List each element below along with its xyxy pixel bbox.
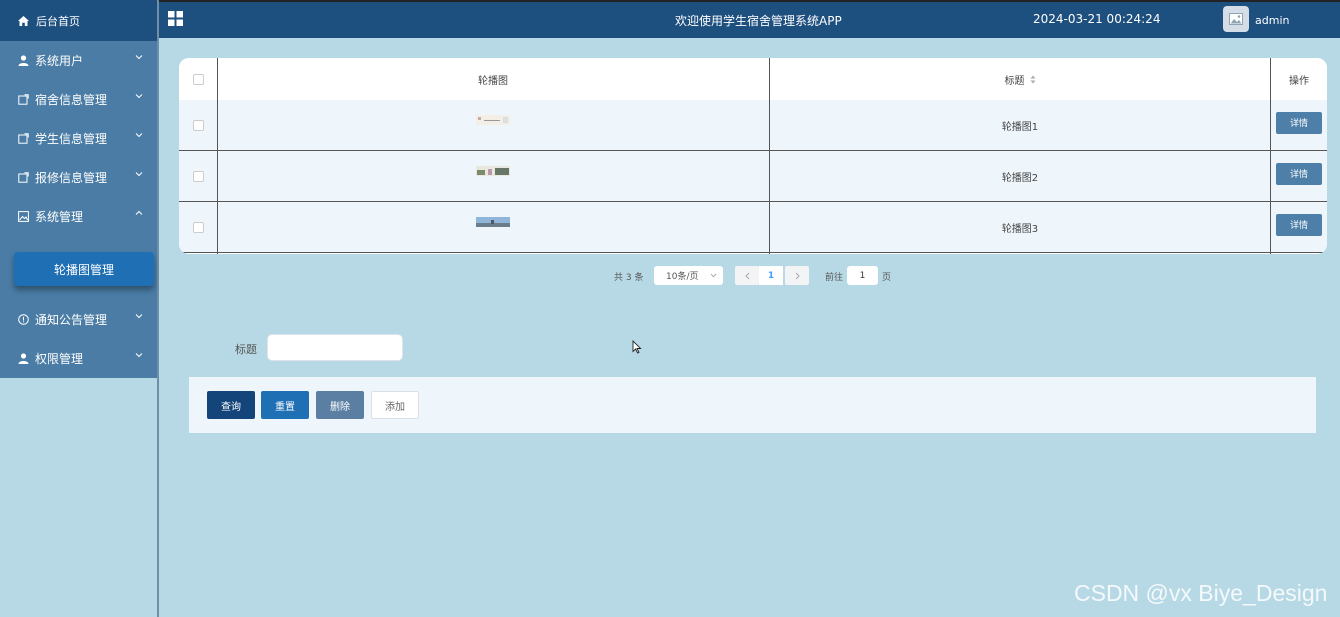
sidebar-item-label: 报修信息管理 [35, 170, 108, 185]
carousel-thumbnail-cell [217, 151, 769, 191]
row-title: 轮播图1 [1001, 121, 1039, 133]
user-icon [17, 54, 29, 66]
sidebar-item-notice-management[interactable]: 通知公告管理 [0, 300, 157, 338]
chevron-right-icon [795, 272, 800, 279]
query-button[interactable]: 查询 [207, 391, 255, 419]
tag-icon [17, 132, 29, 144]
sidebar-item-system-management[interactable]: 系统管理 [0, 197, 157, 235]
carousel-table: 轮播图 标题 操作 轮播图1 详情 轮播图2 详情 轮播图3 详情 [179, 58, 1327, 254]
detail-button[interactable]: 详情 [1276, 162, 1322, 185]
info-icon [17, 313, 29, 325]
row-action-cell: 详情 [1271, 202, 1327, 247]
pagination-total: 共 3 条 [614, 272, 644, 283]
home-link[interactable]: 后台首页 [0, 0, 157, 41]
sidebar-item-permission-management[interactable]: 权限管理 [0, 339, 157, 377]
avatar[interactable] [1223, 6, 1249, 32]
sidebar-item-label: 权限管理 [35, 351, 84, 366]
sidebar-item-label: 学生信息管理 [35, 131, 108, 146]
next-page-button[interactable] [785, 266, 809, 285]
goto-label: 前往 [825, 272, 844, 283]
row-title: 轮播图3 [1001, 223, 1039, 235]
sidebar-item-label: 系统用户 [35, 53, 84, 68]
table-row: 轮播图3 详情 [179, 202, 1327, 253]
carousel-thumbnail[interactable] [476, 115, 510, 125]
add-button[interactable]: 添加 [371, 391, 419, 419]
carousel-thumbnail-cell [217, 100, 769, 140]
header-title-label: 标题 [1004, 75, 1025, 87]
page-suffix: 页 [882, 272, 892, 283]
detail-button[interactable]: 详情 [1276, 213, 1322, 236]
sidebar-item-label: 系统管理 [35, 209, 84, 224]
sidebar: 后台首页 系统用户 宿舍信息管理 学生信息管理 报修信息管理 系统管理 轮播图管… [0, 0, 159, 617]
home-icon [18, 15, 29, 26]
row-checkbox-cell [179, 100, 217, 150]
row-action-cell: 详情 [1271, 151, 1327, 196]
column-divider [1270, 58, 1271, 254]
username[interactable]: admin [1255, 14, 1289, 27]
goto-page-input[interactable]: 1 [847, 266, 878, 285]
header-image: 轮播图 [478, 75, 508, 87]
image-icon [1229, 13, 1243, 25]
row-checkbox[interactable] [192, 119, 204, 131]
sidebar-item-system-users[interactable]: 系统用户 [0, 41, 157, 79]
page-size-value: 10条/页 [666, 272, 699, 282]
chevron-down-icon [135, 133, 143, 138]
sidebar-item-label: 宿舍信息管理 [35, 92, 108, 107]
row-action-cell: 详情 [1271, 100, 1327, 145]
row-checkbox-cell [179, 202, 217, 252]
action-bar: 查询 重置 删除 添加 [189, 377, 1316, 433]
sidebar-item-label: 通知公告管理 [35, 312, 108, 327]
title-search-input[interactable] [267, 334, 403, 361]
chevron-down-icon [135, 55, 143, 60]
chevron-up-icon [135, 210, 143, 215]
tag-icon [17, 171, 29, 183]
datetime-display: 2024-03-21 00:24:24 [1033, 12, 1161, 26]
grid-menu-icon[interactable] [168, 11, 183, 26]
chevron-down-icon [135, 94, 143, 99]
page-number-current[interactable]: 1 [759, 266, 783, 285]
select-all-cell [179, 58, 217, 100]
carousel-thumbnail[interactable] [476, 217, 510, 227]
home-label: 后台首页 [36, 14, 80, 28]
table-header: 轮播图 标题 操作 [179, 58, 1327, 101]
image-icon [17, 210, 29, 222]
watermark: CSDN @vx Biye_Design [1074, 580, 1328, 606]
sidebar-subitem-label: 轮播图管理 [53, 262, 114, 277]
row-title: 轮播图2 [1001, 172, 1039, 184]
top-bar: 欢迎使用学生宿舍管理系统APP 2024-03-21 00:24:24 admi… [159, 0, 1340, 38]
header-title[interactable]: 标题 [769, 58, 1271, 100]
chevron-down-icon [135, 172, 143, 177]
chevron-down-icon [135, 353, 143, 358]
tag-icon [17, 93, 29, 105]
prev-page-button[interactable] [735, 266, 759, 285]
sidebar-item-dorm-info[interactable]: 宿舍信息管理 [0, 80, 157, 118]
sort-icon[interactable] [1030, 75, 1036, 84]
header-action: 操作 [1289, 75, 1309, 87]
delete-button[interactable]: 删除 [316, 391, 364, 419]
chevron-down-icon [135, 314, 143, 319]
page-size-select[interactable]: 10条/页 [654, 266, 723, 285]
chevron-left-icon [744, 272, 749, 279]
table-row: 轮播图1 详情 [179, 100, 1327, 151]
carousel-thumbnail-cell [217, 202, 769, 242]
mouse-cursor-icon [632, 340, 642, 354]
table-row: 轮播图2 详情 [179, 151, 1327, 202]
app-title: 欢迎使用学生宿舍管理系统APP [675, 14, 842, 28]
title-search-label: 标题 [235, 343, 257, 356]
sidebar-item-student-info[interactable]: 学生信息管理 [0, 119, 157, 157]
row-checkbox[interactable] [192, 221, 204, 233]
column-divider [217, 58, 218, 254]
row-checkbox-cell [179, 151, 217, 201]
chevron-down-icon [710, 273, 717, 278]
detail-button[interactable]: 详情 [1276, 111, 1322, 134]
sidebar-menu: 系统用户 宿舍信息管理 学生信息管理 报修信息管理 系统管理 轮播图管理 通知公… [0, 41, 157, 378]
sidebar-item-repair-info[interactable]: 报修信息管理 [0, 158, 157, 196]
user-icon [17, 352, 29, 364]
sidebar-subitem-carousel-management[interactable]: 轮播图管理 [14, 252, 154, 286]
row-checkbox[interactable] [192, 170, 204, 182]
reset-button[interactable]: 重置 [261, 391, 309, 419]
select-all-checkbox[interactable] [192, 73, 204, 85]
carousel-thumbnail[interactable] [476, 166, 510, 176]
column-divider [769, 58, 770, 254]
